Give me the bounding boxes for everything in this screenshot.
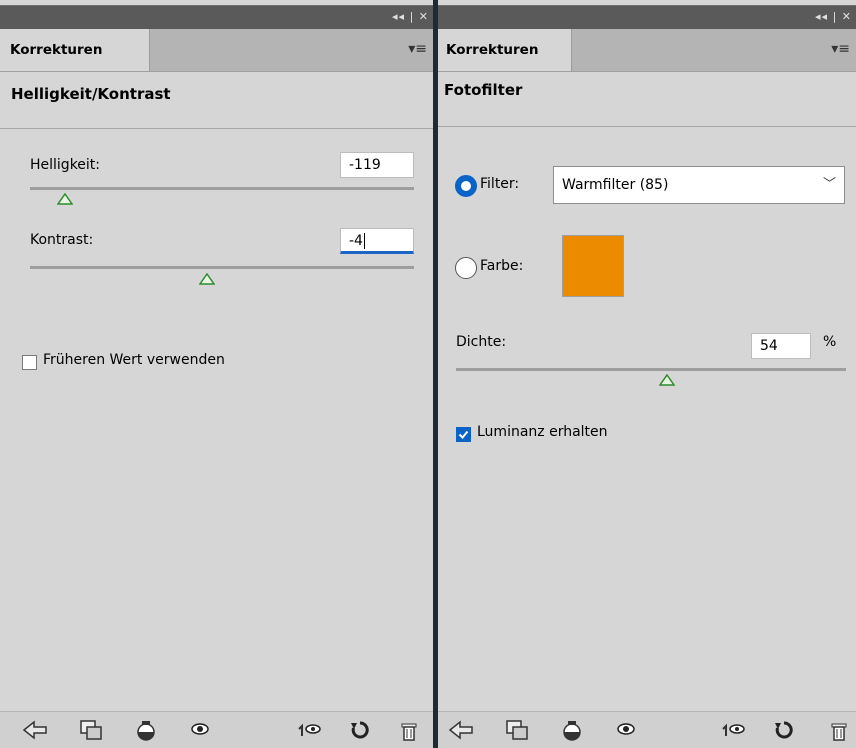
filter-select-value: Warmfilter (85) xyxy=(562,177,669,193)
tab-row: Korrekturen ▾≡ xyxy=(0,29,433,72)
contrast-input[interactable]: -4 xyxy=(340,228,414,254)
brightness-slider-track[interactable] xyxy=(30,187,414,190)
previous-state-icon[interactable] xyxy=(722,720,746,744)
back-arrow-icon[interactable] xyxy=(448,720,474,744)
previous-state-icon[interactable] xyxy=(298,720,322,744)
color-swatch[interactable] xyxy=(562,235,624,297)
density-input[interactable]: 54 xyxy=(751,333,811,359)
color-label: Farbe: xyxy=(480,258,524,274)
divider xyxy=(0,128,433,129)
tab-row: Korrekturen ▾≡ xyxy=(438,29,856,72)
contrast-value: -4 xyxy=(349,233,363,249)
brightness-input[interactable]: -119 xyxy=(340,152,414,178)
back-arrow-icon[interactable] xyxy=(22,720,48,744)
brightness-label: Helligkeit: xyxy=(30,157,101,173)
panel-menu-icon[interactable]: ▾≡ xyxy=(831,41,850,57)
collapse-close-icon[interactable]: ◂◂ | ✕ xyxy=(392,10,429,23)
adjustment-title: Fotofilter xyxy=(444,81,523,99)
visibility-mask-icon[interactable] xyxy=(136,720,156,746)
legacy-checkbox[interactable] xyxy=(22,355,37,370)
eye-icon[interactable] xyxy=(190,720,210,742)
filter-select[interactable]: Warmfilter (85) ﹀ xyxy=(553,166,845,204)
adjustments-panel-photo-filter: ◂◂ | ✕ Korrekturen ▾≡ Fotofilter Filter:… xyxy=(438,0,856,748)
panel-title-bar[interactable]: ◂◂ | ✕ xyxy=(0,5,433,30)
panel-bottom-toolbar xyxy=(0,711,433,748)
trash-icon[interactable] xyxy=(400,720,418,746)
adjustments-panel-brightness-contrast: ◂◂ | ✕ Korrekturen ▾≡ Helligkeit/Kontras… xyxy=(0,0,433,748)
tab-korrekturen[interactable]: Korrekturen xyxy=(0,29,150,71)
density-label: Dichte: xyxy=(456,334,507,350)
density-unit: % xyxy=(823,334,837,350)
filter-radio[interactable] xyxy=(455,175,477,197)
visibility-mask-icon[interactable] xyxy=(562,720,582,746)
preserve-luminosity-checkbox[interactable] xyxy=(456,427,471,442)
divider xyxy=(438,126,856,127)
collapse-close-icon[interactable]: ◂◂ | ✕ xyxy=(815,10,852,23)
clip-layer-icon[interactable] xyxy=(80,720,102,744)
panel-bottom-toolbar xyxy=(438,711,856,748)
clip-layer-icon[interactable] xyxy=(506,720,528,744)
color-radio[interactable] xyxy=(455,257,477,279)
tab-korrekturen[interactable]: Korrekturen xyxy=(438,29,572,71)
eye-icon[interactable] xyxy=(616,720,636,742)
trash-icon[interactable] xyxy=(830,720,848,746)
filter-label: Filter: xyxy=(480,176,520,192)
contrast-slider-track[interactable] xyxy=(30,266,414,269)
panel-title-bar[interactable]: ◂◂ | ✕ xyxy=(438,5,856,30)
panel-menu-icon[interactable]: ▾≡ xyxy=(408,41,427,57)
density-slider-track[interactable] xyxy=(456,368,846,371)
chevron-down-icon: ﹀ xyxy=(822,177,836,192)
reset-icon[interactable] xyxy=(774,720,794,744)
preserve-luminosity-label: Luminanz erhalten xyxy=(477,424,608,440)
contrast-label: Kontrast: xyxy=(30,232,94,248)
reset-icon[interactable] xyxy=(350,720,370,744)
legacy-label: Früheren Wert verwenden xyxy=(43,352,225,368)
adjustment-title: Helligkeit/Kontrast xyxy=(11,85,171,103)
